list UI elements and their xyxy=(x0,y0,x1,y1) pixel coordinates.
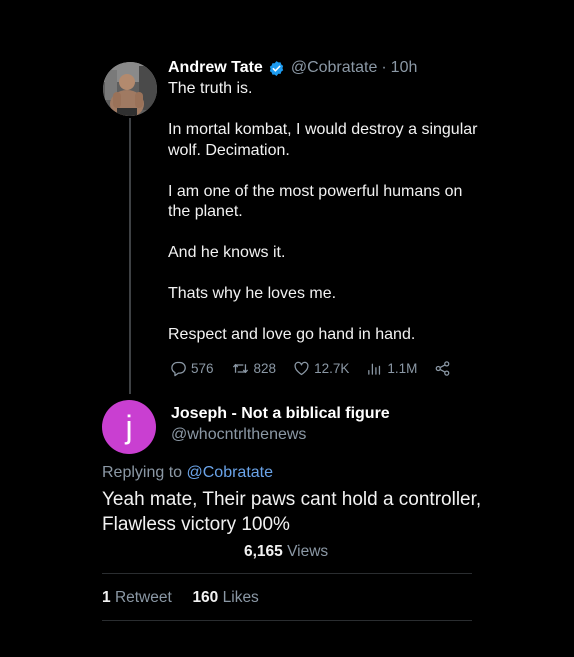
reply-author-name[interactable]: Joseph - Not a biblical figure xyxy=(171,405,390,423)
tweet-header: Andrew Tate @Cobratate · 10h xyxy=(168,57,417,79)
reply-author-handle[interactable]: @whocntrlthenews xyxy=(171,426,306,444)
tweet-action-bar: 576 828 12.7K 1.1M xyxy=(170,358,472,378)
retweets-stat-count: 1 xyxy=(102,589,111,606)
tweet-line: Respect and love go hand in hand. xyxy=(168,326,416,343)
reply-count: 576 xyxy=(191,360,214,376)
avatar-letter: j xyxy=(125,408,133,445)
likes-stat-label: Likes xyxy=(222,589,259,606)
author-name[interactable]: Andrew Tate xyxy=(168,59,263,77)
retweet-count: 828 xyxy=(253,360,277,376)
tweet-line: Thats why he loves me. xyxy=(168,285,337,302)
like-button[interactable]: 12.7K xyxy=(293,360,349,377)
replying-to-label: Replying to xyxy=(102,464,183,481)
tweet-line: I am one of the most powerful humans on … xyxy=(168,182,463,221)
retweet-button[interactable]: 828 xyxy=(231,360,277,377)
tweet-line: The truth is. xyxy=(168,80,253,97)
retweet-icon xyxy=(232,363,248,373)
replying-to-mention-link[interactable]: @Cobratate xyxy=(187,464,274,481)
tweet-line: And he knows it. xyxy=(168,244,286,261)
reply-views: 6,165 Views xyxy=(244,543,328,561)
header-separator: · xyxy=(381,59,387,76)
author-handle[interactable]: @Cobratate xyxy=(291,59,378,77)
reply-text: Yeah mate, Their paws cant hold a contro… xyxy=(102,489,482,535)
like-count: 12.7K xyxy=(314,360,350,376)
reply-button[interactable]: 576 xyxy=(170,360,214,377)
likes-stat-count: 160 xyxy=(192,589,219,606)
tweet-line: In mortal kombat, I would destroy a sing… xyxy=(168,121,478,159)
reply-author-avatar[interactable]: j xyxy=(102,400,156,454)
views-count: 1.1M xyxy=(387,360,418,376)
verified-badge-icon xyxy=(268,60,285,77)
like-icon xyxy=(294,361,309,375)
divider xyxy=(102,573,472,574)
divider xyxy=(102,620,472,621)
replying-to-line: Replying to @Cobratate xyxy=(102,464,273,482)
tweet-text: The truth is. In mortal kombat, I would … xyxy=(168,79,488,346)
reply-engagement-stats: 1 Retweet 160 Likes xyxy=(102,589,259,607)
share-icon xyxy=(435,360,450,376)
tweet-timestamp[interactable]: 10h xyxy=(391,59,418,77)
reply-icon xyxy=(171,361,186,376)
retweets-stat-label: Retweet xyxy=(114,589,172,606)
likes-stat[interactable]: 160 Likes xyxy=(192,589,258,606)
views-icon xyxy=(368,363,381,375)
thread-connector-line xyxy=(129,118,131,394)
reply-views-label: Views xyxy=(287,543,329,560)
views-button[interactable]: 1.1M xyxy=(366,360,417,377)
avatar-photo xyxy=(103,62,157,116)
author-avatar[interactable] xyxy=(103,62,157,116)
reply-views-count: 6,165 xyxy=(244,543,283,560)
share-button[interactable] xyxy=(434,360,455,377)
retweets-stat[interactable]: 1 Retweet xyxy=(102,589,176,606)
